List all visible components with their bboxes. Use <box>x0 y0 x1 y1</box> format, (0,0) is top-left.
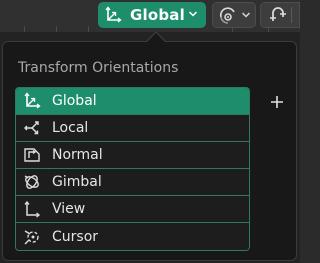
chevron-down-icon <box>186 7 200 21</box>
magnet-snap-icon <box>267 5 287 25</box>
cursor-icon <box>21 226 43 248</box>
popup-title: Transform Orientations <box>18 60 179 76</box>
ruler-tick <box>56 26 57 32</box>
orientation-item-local[interactable]: Local <box>16 115 249 142</box>
view-axes-icon <box>21 198 43 220</box>
orientation-item-normal[interactable]: Normal <box>16 142 249 169</box>
orientation-item-label: Global <box>52 93 97 109</box>
orientation-list: Global Local Normal Gimbal View Cursor <box>15 87 250 251</box>
normal-icon <box>21 144 43 166</box>
local-axes-icon <box>21 117 43 139</box>
plus-icon <box>270 95 284 109</box>
snap-divider <box>291 7 292 23</box>
ruler-tick <box>88 26 89 32</box>
pivot-point-icon <box>218 6 238 24</box>
orientation-item-label: Gimbal <box>52 174 102 190</box>
orientation-item-gimbal[interactable]: Gimbal <box>16 169 249 196</box>
orientation-item-label: Cursor <box>52 228 99 245</box>
global-axes-icon <box>102 4 124 26</box>
gimbal-icon <box>21 171 43 193</box>
orientation-item-label: View <box>52 201 86 217</box>
snap-toggle[interactable] <box>260 2 300 28</box>
orientation-item-label: Normal <box>52 147 103 163</box>
orientation-item-label: Local <box>52 120 89 136</box>
orientation-label: Global <box>130 6 185 24</box>
popup-pointer-fill <box>147 33 165 42</box>
transform-orientation-dropdown[interactable]: Global <box>98 2 206 28</box>
orientation-item-view[interactable]: View <box>16 196 249 223</box>
pivot-point-dropdown[interactable] <box>212 2 256 28</box>
ruler-tick <box>24 26 25 32</box>
global-axes-icon <box>21 90 43 112</box>
viewport-header-area: Global Transform Orientations Global Loc… <box>0 0 300 263</box>
orientation-item-global[interactable]: Global <box>16 88 249 115</box>
add-orientation-button[interactable] <box>266 91 288 113</box>
chevron-down-icon <box>241 11 251 19</box>
transform-orientations-popup: Transform Orientations Global Local Norm… <box>2 41 297 261</box>
orientation-item-cursor[interactable]: Cursor <box>16 223 249 250</box>
